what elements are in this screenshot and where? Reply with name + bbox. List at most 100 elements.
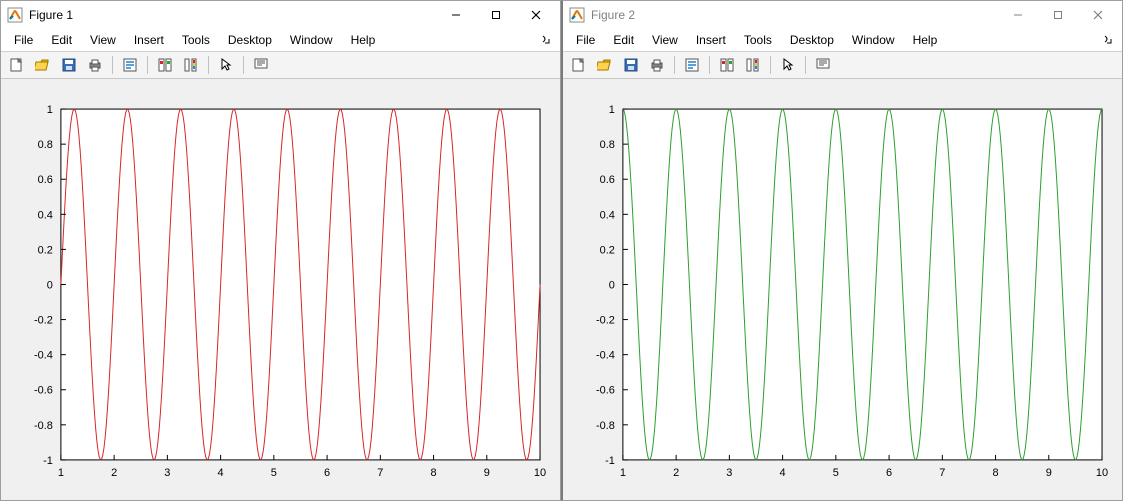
link-axes-icon[interactable] bbox=[715, 53, 739, 77]
svg-text:-0.6: -0.6 bbox=[34, 385, 53, 397]
svg-text:5: 5 bbox=[271, 467, 277, 479]
svg-text:6: 6 bbox=[886, 467, 892, 479]
svg-text:-0.4: -0.4 bbox=[34, 350, 53, 362]
svg-text:0: 0 bbox=[47, 279, 53, 291]
svg-text:4: 4 bbox=[780, 467, 786, 479]
data-tips-icon[interactable] bbox=[811, 53, 835, 77]
open-icon[interactable] bbox=[31, 53, 55, 77]
menubar: FileEditViewInsertToolsDesktopWindowHelp bbox=[563, 29, 1122, 52]
menu-window[interactable]: Window bbox=[843, 31, 904, 49]
svg-text:-0.2: -0.2 bbox=[34, 315, 53, 327]
pointer-icon[interactable] bbox=[214, 53, 238, 77]
titlebar[interactable]: Figure 1 bbox=[1, 1, 560, 29]
svg-text:3: 3 bbox=[164, 467, 170, 479]
insert-colorbar-icon[interactable] bbox=[179, 53, 203, 77]
svg-text:8: 8 bbox=[993, 467, 999, 479]
menu-view[interactable]: View bbox=[81, 31, 125, 49]
svg-text:6: 6 bbox=[324, 467, 330, 479]
menu-help[interactable]: Help bbox=[342, 31, 385, 49]
workspace: Figure 1 FileEditViewInsertToolsDesktopW… bbox=[0, 0, 1123, 501]
svg-text:0.2: 0.2 bbox=[38, 244, 53, 256]
svg-text:10: 10 bbox=[1096, 467, 1108, 479]
maximize-button[interactable] bbox=[1038, 2, 1078, 28]
toolbar-separator bbox=[770, 56, 771, 74]
svg-text:5: 5 bbox=[833, 467, 839, 479]
svg-text:0.6: 0.6 bbox=[38, 174, 53, 186]
toolbar-separator bbox=[147, 56, 148, 74]
svg-text:1: 1 bbox=[609, 104, 615, 116]
axes[interactable]: 12345678910-1-0.8-0.6-0.4-0.200.20.40.60… bbox=[1, 79, 560, 500]
svg-text:4: 4 bbox=[218, 467, 224, 479]
svg-text:7: 7 bbox=[939, 467, 945, 479]
svg-text:0.6: 0.6 bbox=[600, 174, 615, 186]
toolbar-chevron-icon[interactable] bbox=[534, 33, 556, 47]
toolbar bbox=[563, 52, 1122, 79]
svg-text:0.4: 0.4 bbox=[38, 209, 53, 221]
plot-svg: 12345678910-1-0.8-0.6-0.4-0.200.20.40.60… bbox=[563, 79, 1122, 500]
menu-desktop[interactable]: Desktop bbox=[219, 31, 281, 49]
save-icon[interactable] bbox=[619, 53, 643, 77]
toolbar-chevron-icon[interactable] bbox=[1096, 33, 1118, 47]
svg-text:3: 3 bbox=[726, 467, 732, 479]
menu-insert[interactable]: Insert bbox=[125, 31, 173, 49]
svg-text:2: 2 bbox=[673, 467, 679, 479]
print-preview-icon[interactable] bbox=[118, 53, 142, 77]
menu-desktop[interactable]: Desktop bbox=[781, 31, 843, 49]
titlebar[interactable]: Figure 2 bbox=[563, 1, 1122, 29]
menu-file[interactable]: File bbox=[567, 31, 604, 49]
figure-window: Figure 2 FileEditViewInsertToolsDesktopW… bbox=[561, 0, 1123, 501]
print-icon[interactable] bbox=[83, 53, 107, 77]
svg-text:0.2: 0.2 bbox=[600, 244, 615, 256]
close-button[interactable] bbox=[1078, 2, 1118, 28]
close-button[interactable] bbox=[516, 2, 556, 28]
svg-text:9: 9 bbox=[484, 467, 490, 479]
menu-tools[interactable]: Tools bbox=[735, 31, 781, 49]
save-icon[interactable] bbox=[57, 53, 81, 77]
open-icon[interactable] bbox=[593, 53, 617, 77]
minimize-button[interactable] bbox=[436, 2, 476, 28]
svg-text:-0.8: -0.8 bbox=[596, 420, 615, 432]
insert-colorbar-icon[interactable] bbox=[741, 53, 765, 77]
menu-insert[interactable]: Insert bbox=[687, 31, 735, 49]
menu-help[interactable]: Help bbox=[904, 31, 947, 49]
new-figure-icon[interactable] bbox=[5, 53, 29, 77]
matlab-icon bbox=[7, 7, 23, 23]
maximize-button[interactable] bbox=[476, 2, 516, 28]
svg-text:7: 7 bbox=[377, 467, 383, 479]
svg-text:0.4: 0.4 bbox=[600, 209, 615, 221]
svg-text:0.8: 0.8 bbox=[600, 139, 615, 151]
menu-window[interactable]: Window bbox=[281, 31, 342, 49]
window-title: Figure 2 bbox=[591, 8, 635, 22]
toolbar bbox=[1, 52, 560, 79]
plot-svg: 12345678910-1-0.8-0.6-0.4-0.200.20.40.60… bbox=[1, 79, 560, 500]
svg-text:0: 0 bbox=[609, 279, 615, 291]
axes[interactable]: 12345678910-1-0.8-0.6-0.4-0.200.20.40.60… bbox=[563, 79, 1122, 500]
window-title: Figure 1 bbox=[29, 8, 73, 22]
toolbar-separator bbox=[112, 56, 113, 74]
svg-text:1: 1 bbox=[58, 467, 64, 479]
svg-text:2: 2 bbox=[111, 467, 117, 479]
menu-edit[interactable]: Edit bbox=[42, 31, 81, 49]
svg-text:-1: -1 bbox=[43, 455, 53, 467]
svg-text:1: 1 bbox=[620, 467, 626, 479]
data-tips-icon[interactable] bbox=[249, 53, 273, 77]
menu-tools[interactable]: Tools bbox=[173, 31, 219, 49]
svg-text:8: 8 bbox=[431, 467, 437, 479]
svg-text:1: 1 bbox=[47, 104, 53, 116]
minimize-button[interactable] bbox=[998, 2, 1038, 28]
toolbar-separator bbox=[709, 56, 710, 74]
svg-text:-0.6: -0.6 bbox=[596, 385, 615, 397]
svg-text:-0.8: -0.8 bbox=[34, 420, 53, 432]
svg-text:-0.4: -0.4 bbox=[596, 350, 615, 362]
menu-view[interactable]: View bbox=[643, 31, 687, 49]
pointer-icon[interactable] bbox=[776, 53, 800, 77]
new-figure-icon[interactable] bbox=[567, 53, 591, 77]
menu-file[interactable]: File bbox=[5, 31, 42, 49]
svg-text:-0.2: -0.2 bbox=[596, 315, 615, 327]
link-axes-icon[interactable] bbox=[153, 53, 177, 77]
svg-text:0.8: 0.8 bbox=[38, 139, 53, 151]
print-preview-icon[interactable] bbox=[680, 53, 704, 77]
print-icon[interactable] bbox=[645, 53, 669, 77]
menu-edit[interactable]: Edit bbox=[604, 31, 643, 49]
toolbar-separator bbox=[674, 56, 675, 74]
